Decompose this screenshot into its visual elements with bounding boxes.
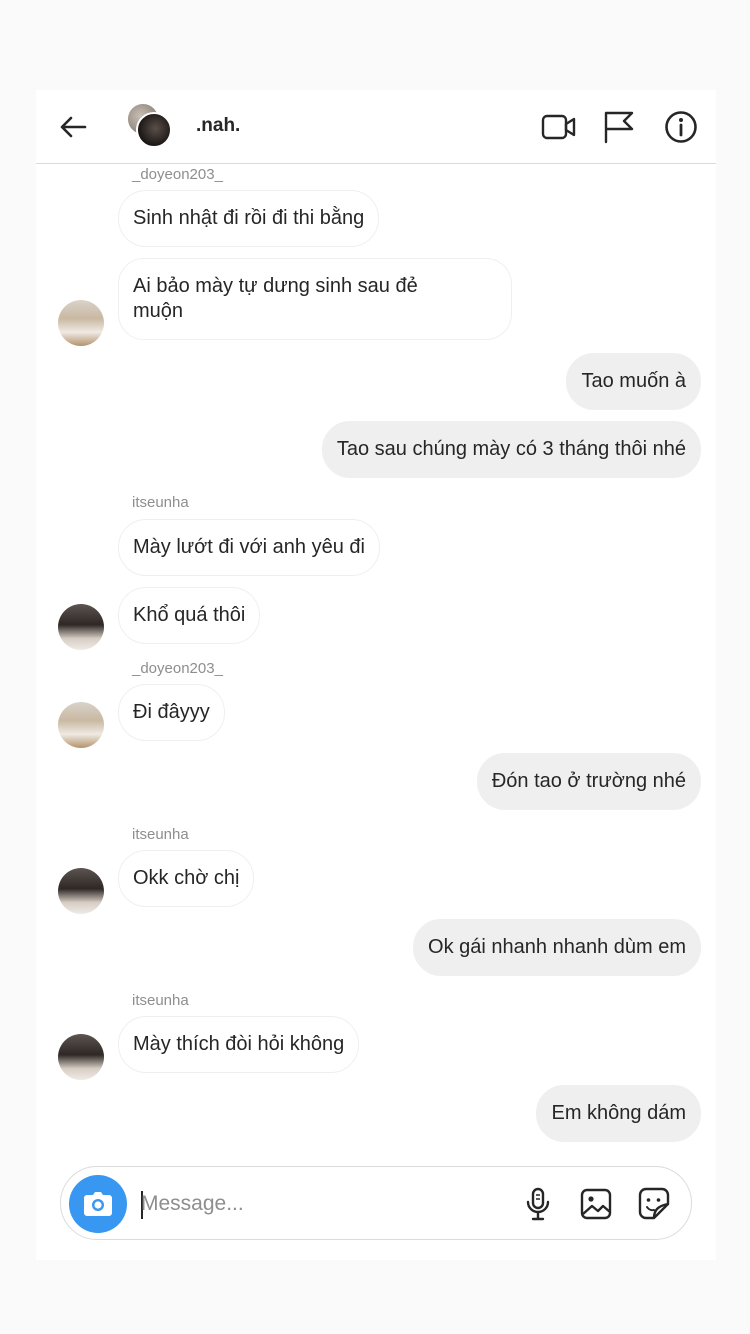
message-bubble-outgoing[interactable]: Tao sau chúng mày có 3 tháng thôi nhé <box>321 421 701 478</box>
voice-message-button[interactable] <box>519 1185 557 1223</box>
info-button[interactable] <box>662 108 700 146</box>
sender-name: _doyeon203_ <box>132 166 223 183</box>
message-bubble-outgoing[interactable]: Tao muốn à <box>566 353 701 410</box>
avatar[interactable] <box>58 702 104 748</box>
group-avatar[interactable] <box>126 102 176 150</box>
sender-name: _doyeon203_ <box>132 660 223 677</box>
video-call-icon <box>541 114 576 140</box>
sender-name: itseunha <box>132 826 189 843</box>
message-bubble-incoming[interactable]: Sinh nhật đi rồi đi thi bằng <box>118 190 380 247</box>
message-input[interactable] <box>141 1185 481 1223</box>
report-button[interactable] <box>600 108 638 146</box>
message-bubble-incoming[interactable]: Ai bảo mày tự dưng sinh sau đẻ muộn <box>118 258 512 340</box>
avatar[interactable] <box>58 604 104 650</box>
avatar[interactable] <box>58 868 104 914</box>
avatar[interactable] <box>58 1034 104 1080</box>
camera-icon <box>84 1192 112 1216</box>
gallery-icon <box>580 1188 612 1220</box>
message-bubble-incoming[interactable]: Khổ quá thôi <box>118 587 261 644</box>
message-composer <box>60 1166 692 1240</box>
page-background: .nah. _doyeon203_ Sinh nhật đi rồi đi th… <box>0 0 750 1334</box>
message-bubble-outgoing[interactable]: Ok gái nhanh nhanh dùm em <box>413 919 701 976</box>
chat-header: .nah. <box>36 90 716 164</box>
group-avatar-front <box>136 112 172 148</box>
video-call-button[interactable] <box>540 108 578 146</box>
avatar[interactable] <box>58 300 104 346</box>
back-button[interactable] <box>56 112 90 142</box>
message-bubble-incoming[interactable]: Mày thích đòi hỏi không <box>118 1016 360 1073</box>
message-bubble-incoming[interactable]: Đi đâyyy <box>118 684 225 741</box>
message-bubble-incoming[interactable]: Mày lướt đi với anh yêu đi <box>118 519 380 576</box>
message-bubble-incoming[interactable]: Okk chờ chị <box>118 850 255 907</box>
sender-name: itseunha <box>132 494 189 511</box>
camera-button[interactable] <box>69 1175 127 1233</box>
message-line: muộn <box>133 300 184 322</box>
message-bubble-outgoing[interactable]: Đón tao ở trường nhé <box>476 753 701 810</box>
chat-title[interactable]: .nah. <box>196 115 240 137</box>
microphone-icon <box>526 1187 550 1221</box>
sender-name: itseunha <box>132 992 189 1009</box>
info-icon <box>665 111 697 143</box>
gallery-button[interactable] <box>577 1185 615 1223</box>
back-arrow-icon <box>60 116 87 138</box>
message-bubble-outgoing[interactable]: Em không dám <box>536 1085 701 1142</box>
flag-icon <box>604 111 634 144</box>
sticker-icon <box>638 1187 670 1220</box>
sticker-button[interactable] <box>635 1185 673 1223</box>
message-line: Ai bảo mày tự dưng sinh sau đẻ <box>133 275 418 297</box>
